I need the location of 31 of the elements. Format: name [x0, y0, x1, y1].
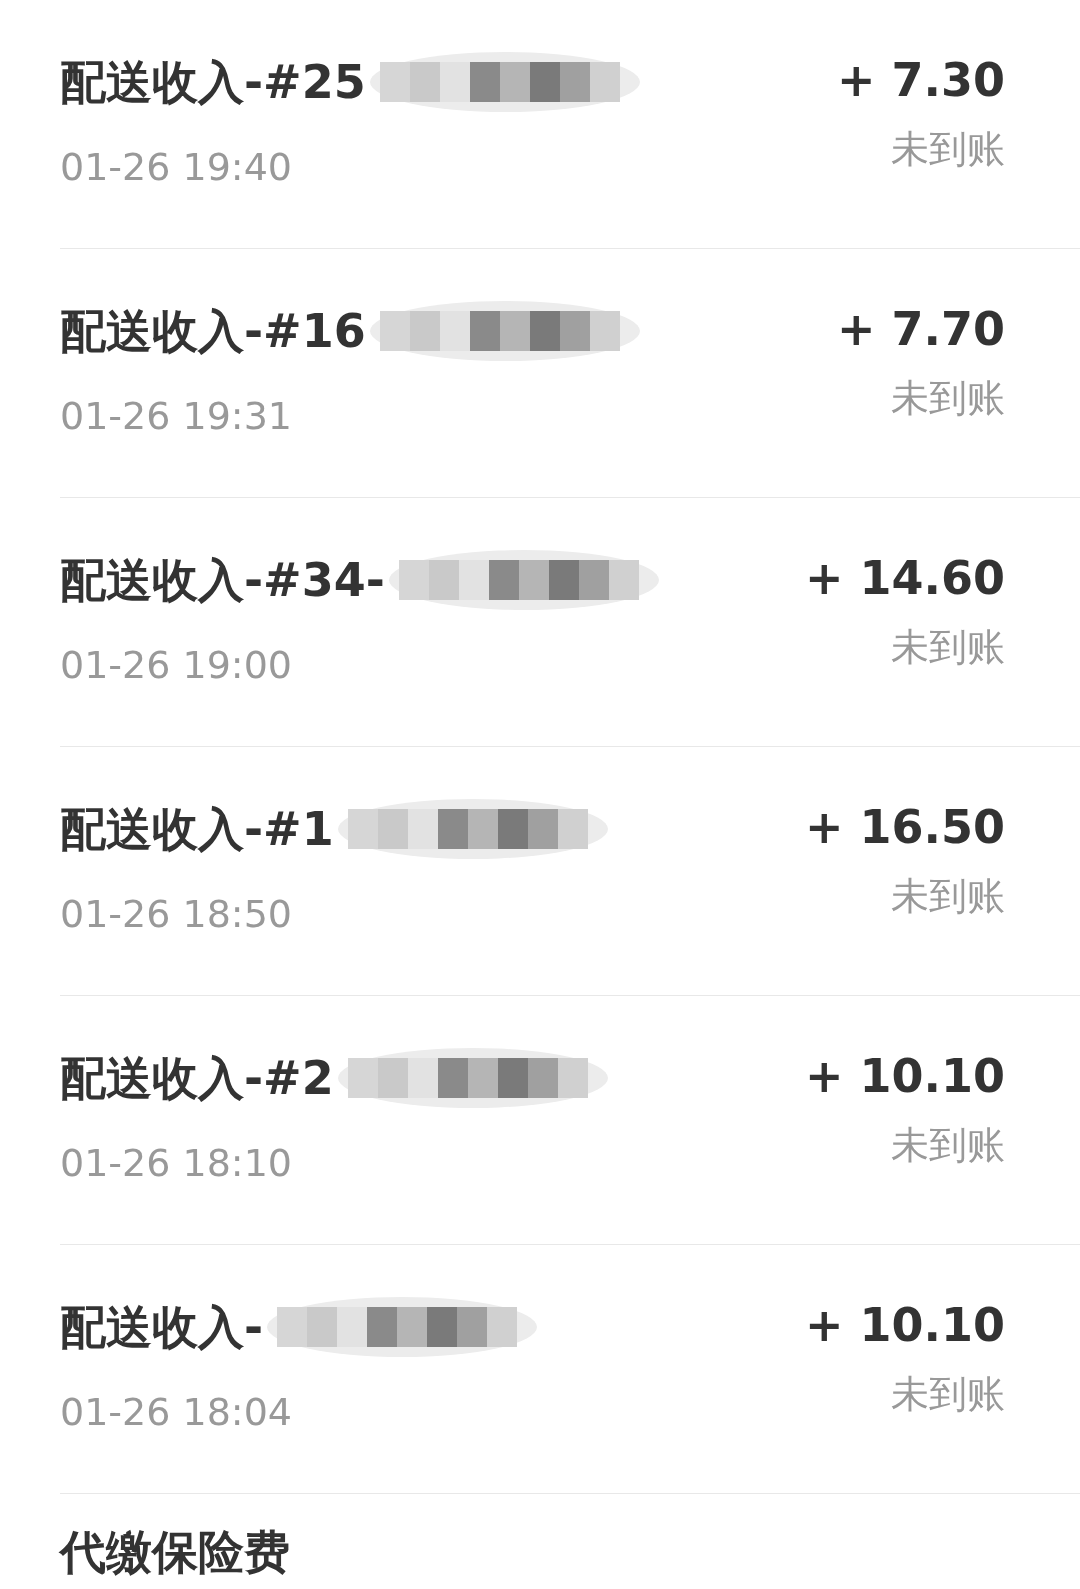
- transaction-amount: + 14.60: [804, 550, 1005, 606]
- transaction-time: 01-26 19:31: [60, 393, 293, 439]
- transaction-time: 01-26 19:40: [60, 144, 293, 190]
- transaction-row[interactable]: 配送收入-#34- 01-26 19:00 + 14.60 未到账: [60, 498, 1080, 747]
- transaction-title: 配送收入-#1: [60, 801, 334, 857]
- transaction-title: 配送收入-: [60, 1299, 264, 1355]
- transaction-title: 配送收入-#25: [60, 54, 366, 110]
- transaction-amount: + 10.10: [804, 1297, 1005, 1353]
- transaction-title: 代缴保险费: [60, 1525, 290, 1579]
- transaction-status: 未到账: [891, 126, 1005, 172]
- transaction-row[interactable]: 配送收入-#2 01-26 18:10 + 10.10 未到账: [60, 996, 1080, 1245]
- transaction-time: 01-26 18:04: [60, 1389, 293, 1435]
- transaction-status: 未到账: [891, 375, 1005, 421]
- transaction-time: 01-26 18:50: [60, 891, 293, 937]
- transaction-status: 未到账: [891, 1122, 1005, 1168]
- transaction-amount: + 7.30: [836, 52, 1005, 108]
- transaction-status: 未到账: [891, 1371, 1005, 1417]
- transaction-time: 01-26 19:00: [60, 642, 293, 688]
- transaction-row[interactable]: 配送收入- 01-26 18:04 + 10.10 未到账: [60, 1245, 1080, 1494]
- transaction-amount: + 16.50: [804, 799, 1005, 855]
- transaction-status: 未到账: [891, 624, 1005, 670]
- transaction-amount: + 7.70: [836, 301, 1005, 357]
- transaction-row[interactable]: 配送收入-#1 01-26 18:50 + 16.50 未到账: [60, 747, 1080, 996]
- transaction-time: 01-26 18:10: [60, 1140, 293, 1186]
- transaction-title: 配送收入-#16: [60, 303, 366, 359]
- transaction-title: 配送收入-#2: [60, 1050, 334, 1106]
- transaction-title: 配送收入-#34-: [60, 552, 385, 608]
- transaction-row[interactable]: 配送收入-#25 01-26 19:40 + 7.30 未到账: [60, 0, 1080, 249]
- transaction-status: 未到账: [891, 873, 1005, 919]
- transaction-amount: + 10.10: [804, 1048, 1005, 1104]
- transaction-row[interactable]: 配送收入-#16 01-26 19:31 + 7.70 未到账: [60, 249, 1080, 498]
